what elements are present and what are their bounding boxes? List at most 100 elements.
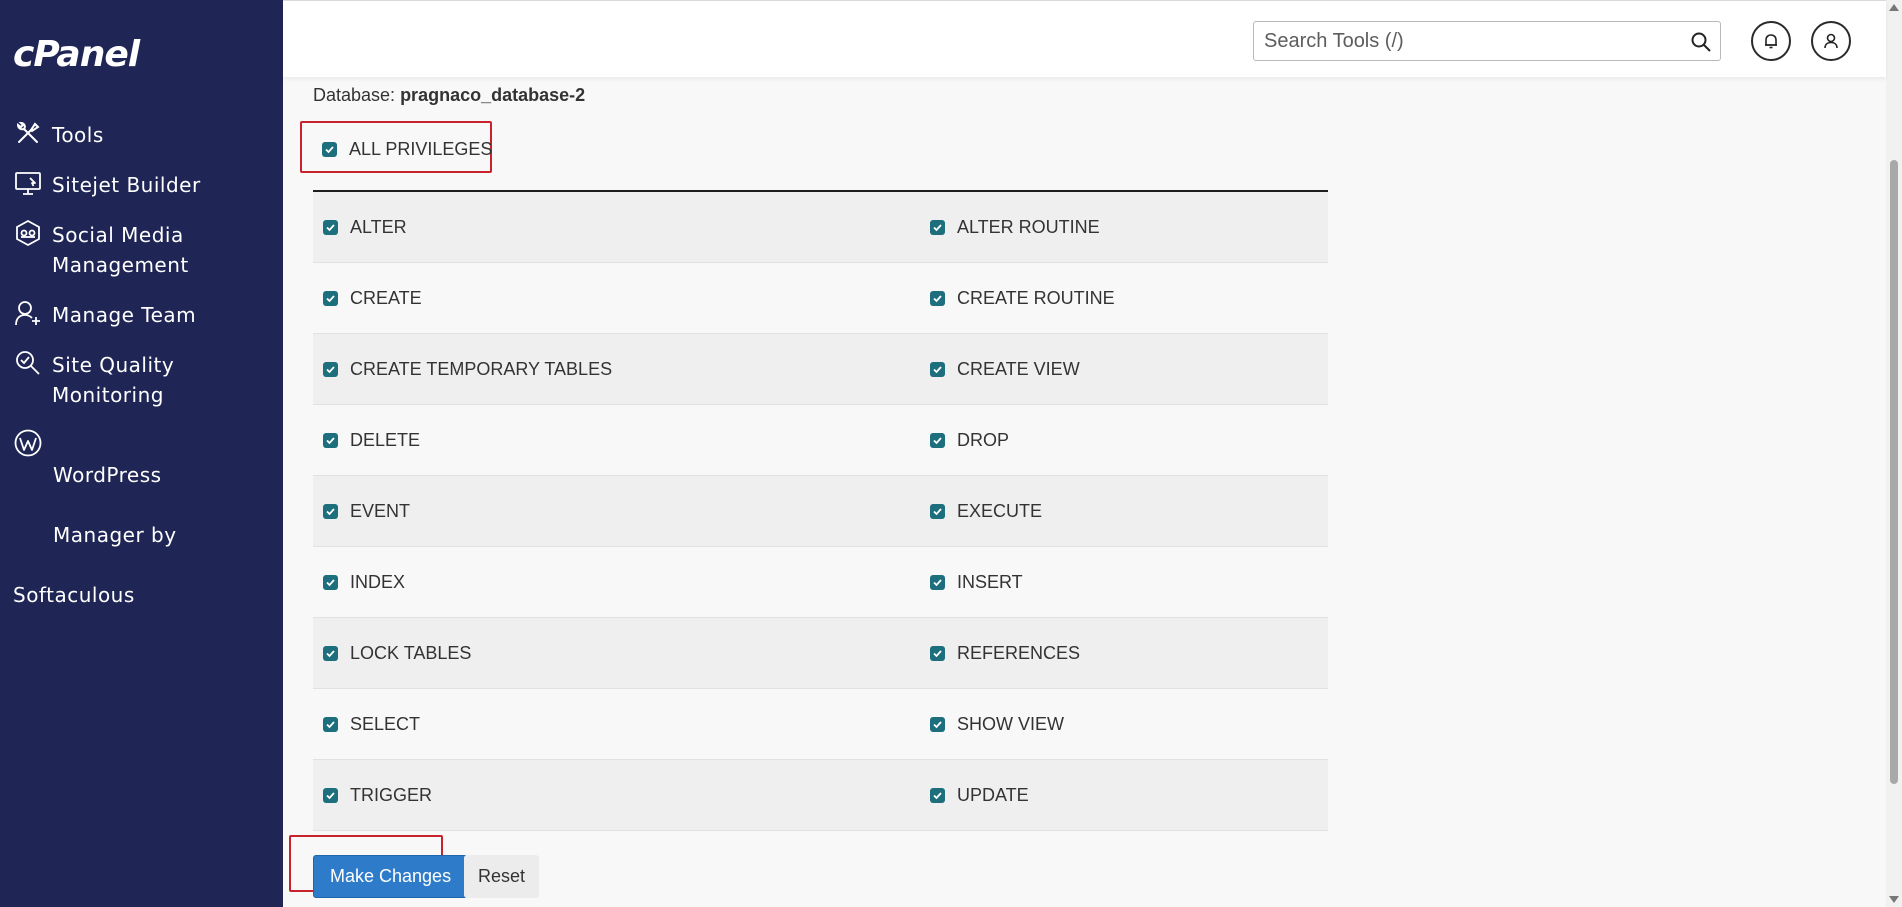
sidebar-item-label: WordPress Manager by Softaculous [13,430,177,640]
make-changes-button[interactable]: Make Changes [313,855,469,898]
privilege-label: ALTER ROUTINE [957,216,1100,237]
checkbox-checked[interactable] [323,716,338,732]
checkbox-checked[interactable] [930,290,945,306]
checkbox-checked[interactable] [930,716,945,732]
database-name: pragnaco_database-2 [400,85,586,105]
checkbox-checked[interactable] [323,645,338,661]
privilege-checkbox[interactable]: CREATE VIEW [920,334,1328,404]
sidebar: cPanel Tools Sitejet Builder Social Medi… [0,0,283,907]
privilege-label: EVENT [350,500,411,521]
privilege-label: SELECT [350,713,421,734]
privilege-label: EXECUTE [957,500,1043,521]
all-privileges-checkbox[interactable]: ALL PRIVILEGES [322,139,492,160]
site-quality-icon [13,348,43,378]
scroll-up-arrow[interactable] [1889,4,1899,11]
checkbox-checked[interactable] [930,645,945,661]
checkbox-checked[interactable] [323,787,338,803]
sidebar-item-label: Manage Team [52,303,197,327]
sidebar-item-manage-team[interactable]: Manage Team [13,300,196,330]
checkbox-checked[interactable] [323,503,338,519]
user-menu-button[interactable] [1811,21,1851,61]
checkbox-checked[interactable] [930,574,945,590]
privilege-row: TRIGGER UPDATE [313,760,1328,831]
sidebar-item-site-quality-monitoring[interactable]: Site Quality Monitoring [13,350,174,410]
checkbox-checked[interactable] [323,219,338,235]
cpanel-logo[interactable]: cPanel [13,34,140,75]
sidebar-item-wordpress-manager[interactable]: WordPress Manager by Softaculous [13,428,177,640]
privilege-checkbox[interactable]: ALTER [313,192,920,262]
notifications-button[interactable] [1751,21,1791,61]
privilege-row: DELETE DROP [313,405,1328,476]
scrollbar[interactable] [1886,0,1902,907]
checkbox-checked[interactable] [323,290,338,306]
database-line: Database: pragnaco_database-2 [313,85,585,106]
privilege-checkbox[interactable]: CREATE TEMPORARY TABLES [313,334,920,404]
main-content: Database: pragnaco_database-2 ALL PRIVIL… [283,77,1886,907]
privilege-checkbox[interactable]: SHOW VIEW [920,689,1328,759]
checkbox-checked[interactable] [323,432,338,448]
all-privileges-label: ALL PRIVILEGES [349,139,493,159]
checkbox-checked[interactable] [322,142,337,157]
privilege-checkbox[interactable]: SELECT [313,689,920,759]
wordpress-icon [13,428,43,458]
wp-label-line-2: Manager by [53,523,177,547]
checkbox-checked[interactable] [930,503,945,519]
privilege-label: DROP [957,429,1010,450]
sidebar-item-label: Social Media Management [52,223,189,277]
database-label: Database: [313,85,401,105]
checkbox-checked[interactable] [930,432,945,448]
privilege-checkbox[interactable]: LOCK TABLES [313,618,920,688]
privilege-label: INDEX [350,571,406,592]
privilege-label: TRIGGER [350,784,433,805]
reset-button[interactable]: Reset [464,855,540,898]
privilege-row: CREATE CREATE ROUTINE [313,263,1328,334]
sidebar-item-label: Site Quality Monitoring [52,353,175,407]
scroll-thumb[interactable] [1890,160,1898,784]
checkbox-checked[interactable] [930,787,945,803]
privilege-checkbox[interactable]: DROP [920,405,1328,475]
bell-icon [1765,34,1777,49]
wp-label-line-3: Softaculous [13,583,135,607]
checkbox-checked[interactable] [930,361,945,377]
sidebar-item-label: Tools [52,123,104,147]
checkbox-checked[interactable] [323,574,338,590]
wp-label-line-1: WordPress [53,463,162,487]
sidebar-item-social-media[interactable]: Social Media Management [13,218,189,280]
sidebar-item-tools[interactable]: Tools [13,120,104,150]
privilege-checkbox[interactable]: UPDATE [920,760,1328,830]
sitejet-icon [13,168,43,198]
scroll-down-arrow[interactable] [1889,896,1899,903]
privilege-checkbox[interactable]: CREATE ROUTINE [920,263,1328,333]
privilege-label: LOCK TABLES [350,642,472,663]
user-icon [1824,33,1838,49]
search-icon[interactable] [1690,31,1712,53]
tools-icon [13,118,43,148]
privilege-label: CREATE VIEW [957,358,1080,379]
search-tools-box[interactable] [1253,21,1721,61]
privilege-label: DELETE [350,429,421,450]
privilege-checkbox[interactable]: EVENT [313,476,920,546]
privilege-row: INDEX INSERT [313,547,1328,618]
privilege-checkbox[interactable]: CREATE [313,263,920,333]
privilege-label: REFERENCES [957,642,1081,663]
privilege-checkbox[interactable]: EXECUTE [920,476,1328,546]
privilege-checkbox[interactable]: INDEX [313,547,920,617]
privilege-checkbox[interactable]: INSERT [920,547,1328,617]
privilege-row: EVENT EXECUTE [313,476,1328,547]
privilege-label: CREATE TEMPORARY TABLES [350,358,613,379]
privilege-checkbox[interactable]: REFERENCES [920,618,1328,688]
privilege-row: ALTER ALTER ROUTINE [313,192,1328,263]
privilege-checkbox[interactable]: TRIGGER [313,760,920,830]
sidebar-item-sitejet-builder[interactable]: Sitejet Builder [13,170,201,200]
manage-team-icon [13,298,43,328]
privilege-label: CREATE [350,287,422,308]
privilege-checkbox[interactable]: ALTER ROUTINE [920,192,1328,262]
privilege-checkbox[interactable]: DELETE [313,405,920,475]
search-input[interactable] [1254,22,1674,60]
checkbox-checked[interactable] [930,219,945,235]
privileges-table: ALTER ALTER ROUTINE CREATE CREATE ROUTINE CR… [313,190,1328,831]
social-media-icon [13,218,43,248]
privilege-row: CREATE TEMPORARY TABLES CREATE VIEW [313,334,1328,405]
checkbox-checked[interactable] [323,361,338,377]
privilege-label: ALTER [350,216,407,237]
